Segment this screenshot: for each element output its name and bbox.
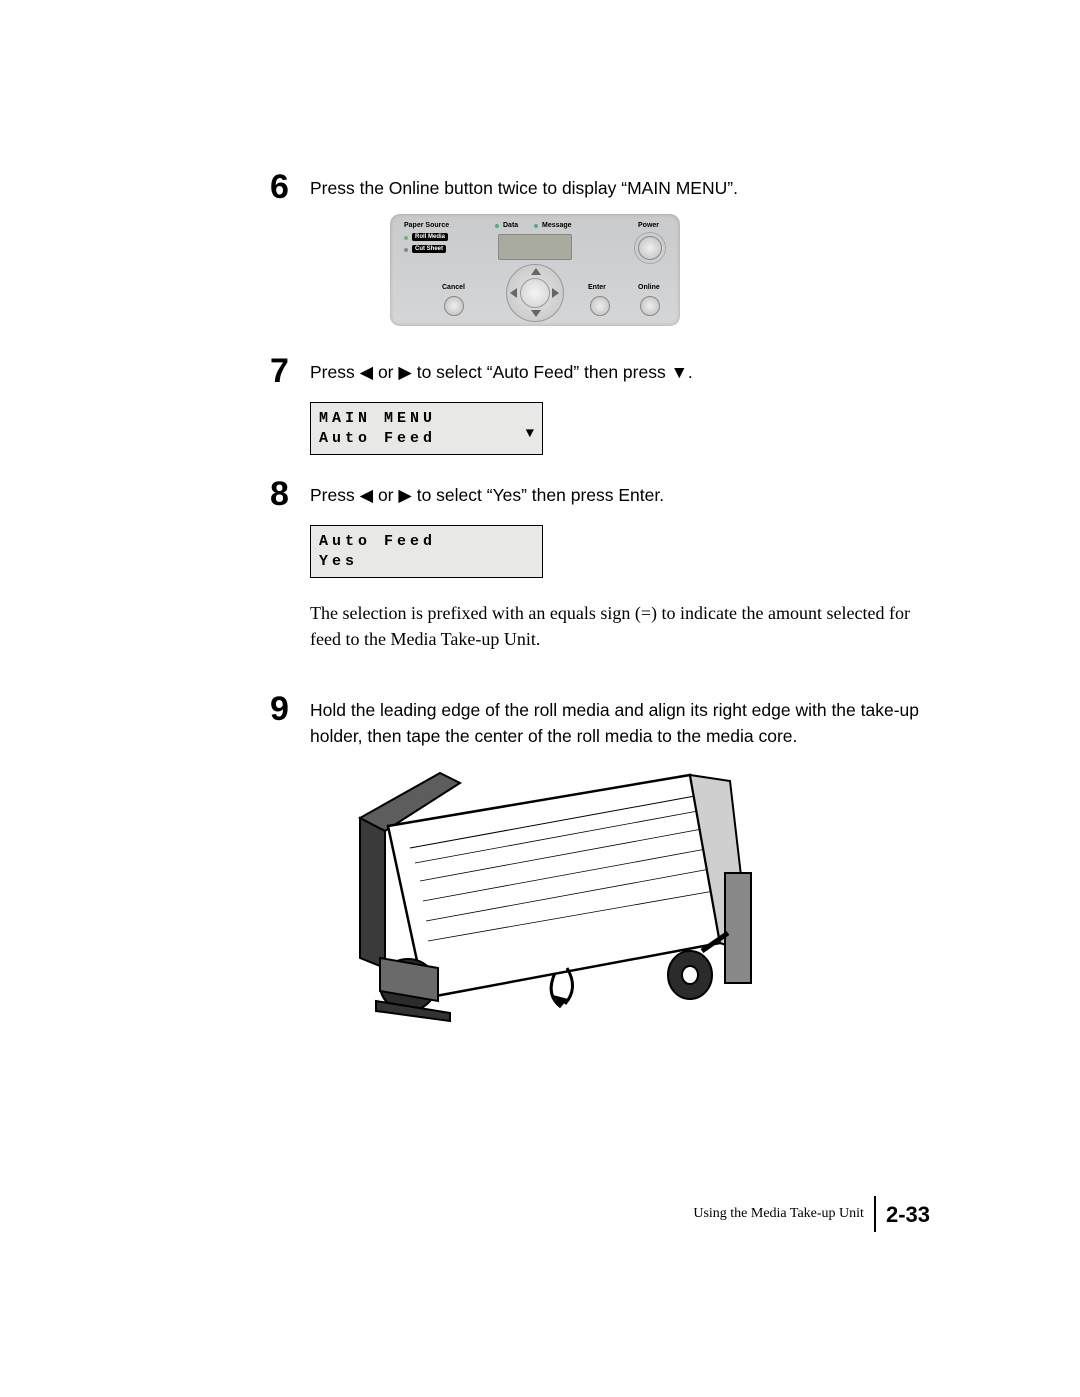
led-dot [404,248,408,252]
step-text: Press ◀ or ▶ to select “Yes” then press … [310,477,664,508]
step-8: 8 Press ◀ or ▶ to select “Yes” then pres… [270,477,930,511]
dial-right-icon [552,288,559,298]
lcd-line-1: MAIN MENU [319,409,534,429]
lcd-display-1: MAIN MENU Auto Feed ▼ [310,402,543,455]
step-number: 8 [270,477,304,511]
page-footer: Using the Media Take-up Unit 2-33 [693,1196,930,1232]
label-cancel: Cancel [442,284,465,291]
pill-roll-media: Roll Media [412,233,448,241]
online-button-icon [640,296,660,316]
step-number: 6 [270,170,304,204]
cancel-button-icon [444,296,464,316]
step-9: 9 Hold the leading edge of the roll medi… [270,692,930,749]
printer-panel-illustration: Paper Source Roll Media Cut Sheet Data M… [390,214,930,326]
pill-cut-sheet: Cut Sheet [412,245,446,253]
step-7: 7 Press ◀ or ▶ to select “Auto Feed” the… [270,354,930,388]
label-paper-source: Paper Source [404,222,449,229]
label-power: Power [638,222,659,229]
label-message: Message [542,222,572,229]
step-text: Press ◀ or ▶ to select “Auto Feed” then … [310,354,693,385]
page-number: 2-33 [886,1200,930,1228]
lcd-line-1: Auto Feed [319,532,534,552]
down-arrow-icon: ▼ [671,362,688,382]
txt: or [373,362,398,382]
power-button-icon [638,236,662,260]
txt: Press [310,362,360,382]
footer-section: Using the Media Take-up Unit [693,1206,864,1222]
note-text: The selection is prefixed with an equals… [310,600,930,652]
enter-button-icon [590,296,610,316]
label-online: Online [638,284,660,291]
label-data: Data [503,222,518,229]
txt: to select “Yes” then press Enter. [412,485,664,505]
step-text: Press the Online button twice to display… [310,170,738,201]
dial-left-icon [510,288,517,298]
lcd-screen-icon [498,234,572,260]
down-arrow-icon: ▼ [526,425,534,443]
step-6: 6 Press the Online button twice to displ… [270,170,930,204]
txt: . [688,362,693,382]
led-dot [404,236,408,240]
label-enter: Enter [588,284,606,291]
dial-down-icon [531,310,541,317]
footer-divider [874,1196,876,1232]
dial-inner [520,278,550,308]
lcd-line-2: Yes [319,552,534,572]
step-text: Hold the leading edge of the roll media … [310,692,930,749]
right-arrow-icon: ▶ [398,362,411,382]
control-panel: Paper Source Roll Media Cut Sheet Data M… [390,214,680,326]
left-arrow-icon: ◀ [360,485,373,505]
dial-up-icon [531,268,541,275]
led-dot [534,224,538,228]
txt: or [373,485,398,505]
takeup-illustration [330,763,760,1023]
step-number: 7 [270,354,304,388]
lcd-display-2: Auto Feed Yes [310,525,543,578]
left-arrow-icon: ◀ [360,362,373,382]
manual-page: 6 Press the Online button twice to displ… [0,0,1080,1397]
step-number: 9 [270,692,304,726]
right-arrow-icon: ▶ [398,485,411,505]
lcd-line-2: Auto Feed [319,429,534,449]
txt: to select “Auto Feed” then press [412,362,671,382]
txt: Press [310,485,360,505]
led-dot [495,224,499,228]
